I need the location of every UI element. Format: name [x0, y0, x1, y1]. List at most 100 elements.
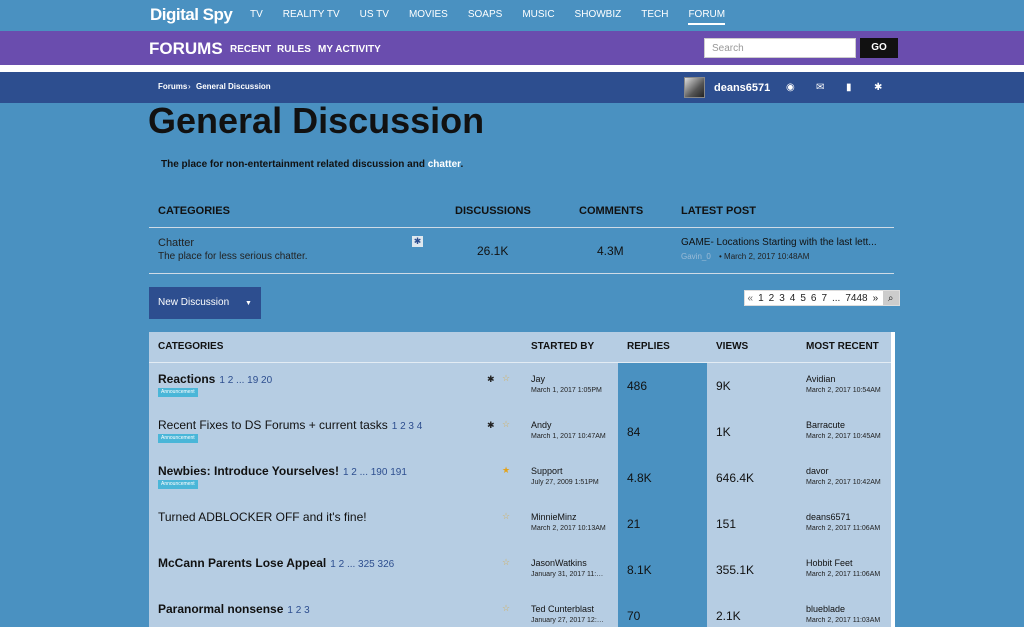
site-nav: TV REALITY TV US TV MOVIES SOAPS MUSIC S… — [250, 9, 745, 25]
bookmark-star-icon[interactable]: ☆ — [502, 511, 510, 522]
views-count: 9K — [716, 379, 731, 393]
discussion-title[interactable]: Reactions 1 2 ... 19 20 — [158, 372, 272, 386]
started-date: July 27, 2009 1:51PM — [531, 479, 599, 486]
new-discussion-button[interactable]: New Discussion ▼ — [149, 287, 261, 319]
bookmark-star-icon[interactable]: ☆ — [502, 557, 510, 568]
discussion-title-text[interactable]: Paranormal nonsense — [158, 602, 283, 616]
latest-post-date: • March 2, 2017 10:48AM — [719, 252, 810, 261]
discussion-pages[interactable]: 1 2 3 4 — [392, 421, 423, 432]
nav-forum[interactable]: FORUM — [688, 9, 726, 25]
breadcrumb-separator: › — [188, 82, 191, 91]
most-recent-user[interactable]: davor — [806, 466, 829, 476]
started-date: March 1, 2017 1:05PM — [531, 387, 602, 394]
gear-icon[interactable]: ✱ — [874, 82, 882, 93]
chatter-link[interactable]: chatter — [428, 159, 461, 170]
table-header-replies: REPLIES — [627, 341, 670, 352]
table-row[interactable]: Turned ADBLOCKER OFF and it's fine! ☆ Minn… — [149, 503, 891, 549]
globe-icon[interactable]: ◉ — [786, 82, 795, 93]
categories-header: CATEGORIES — [158, 205, 230, 217]
started-by-user[interactable]: Support — [531, 466, 563, 476]
search-icon[interactable]: ⌕ — [882, 291, 899, 305]
comments-count: 4.3M — [597, 244, 624, 258]
discussion-title[interactable]: McCann Parents Lose Appeal 1 2 ... 325 32… — [158, 556, 394, 570]
nav-tv[interactable]: TV — [250, 9, 263, 25]
gear-icon[interactable]: ✱ — [487, 420, 495, 431]
gear-icon[interactable]: ✱ — [487, 374, 495, 385]
most-recent-user[interactable]: blueblade — [806, 604, 845, 614]
discussion-pages[interactable]: 1 2 ... 190 191 — [343, 467, 407, 478]
discussion-title-text[interactable]: McCann Parents Lose Appeal — [158, 556, 326, 570]
gear-icon[interactable]: ✱ — [412, 236, 423, 247]
avatar[interactable] — [684, 77, 705, 98]
nav-music[interactable]: MUSIC — [522, 9, 554, 25]
most-recent-user[interactable]: deans6571 — [806, 512, 851, 522]
category-name[interactable]: Chatter — [158, 237, 194, 249]
started-by-user[interactable]: Andy — [531, 420, 552, 430]
my-activity-link[interactable]: MY ACTIVITY — [318, 44, 381, 55]
bookmark-icon[interactable]: ▮ — [846, 82, 852, 93]
nav-reality-tv[interactable]: REALITY TV — [283, 9, 340, 25]
bookmark-star-icon[interactable]: ★ — [502, 465, 510, 476]
discussion-pages[interactable]: 1 2 ... 19 20 — [219, 375, 272, 386]
nav-soaps[interactable]: SOAPS — [468, 9, 502, 25]
table-row[interactable]: Reactions 1 2 ... 19 20 Announcement ✱ ☆ Jay M… — [149, 365, 891, 411]
discussion-title-text[interactable]: Turned ADBLOCKER OFF and it's fine! — [158, 510, 367, 524]
replies-count: 84 — [627, 425, 641, 439]
pager-page[interactable]: 1 — [756, 291, 767, 305]
nav-tech[interactable]: TECH — [641, 9, 668, 25]
nav-showbiz[interactable]: SHOWBIZ — [575, 9, 622, 25]
replies-count: 21 — [627, 517, 641, 531]
table-row[interactable]: Newbies: Introduce Yourselves! 1 2 ... 19… — [149, 457, 891, 503]
started-by-user[interactable]: JasonWatkins — [531, 558, 587, 568]
discussion-title-text[interactable]: Recent Fixes to DS Forums + current task… — [158, 418, 388, 432]
pager-page[interactable]: 6 — [808, 291, 819, 305]
pager-prev[interactable]: « — [745, 291, 756, 305]
bookmark-star-icon[interactable]: ☆ — [502, 603, 510, 614]
pager-page[interactable]: 4 — [787, 291, 798, 305]
bookmark-star-icon[interactable]: ☆ — [502, 419, 510, 430]
table-row[interactable]: Paranormal nonsense 1 2 3 ☆ Ted Cunterblast… — [149, 595, 891, 627]
chevron-down-icon[interactable]: ▼ — [245, 300, 252, 307]
forums-title[interactable]: FORUMS — [149, 39, 223, 59]
pager-page[interactable]: 7448 — [843, 291, 870, 305]
username[interactable]: deans6571 — [714, 82, 770, 94]
nav-us-tv[interactable]: US TV — [360, 9, 389, 25]
rules-link[interactable]: RULES — [277, 44, 311, 55]
discussion-title[interactable]: Paranormal nonsense 1 2 3 — [158, 602, 310, 616]
mail-icon[interactable]: ✉ — [816, 82, 824, 93]
discussion-title[interactable]: Turned ADBLOCKER OFF and it's fine! — [158, 510, 367, 524]
views-count: 1K — [716, 425, 731, 439]
pager-page[interactable]: 3 — [777, 291, 788, 305]
search-go-button[interactable]: GO — [860, 38, 898, 58]
recent-link[interactable]: RECENT — [230, 44, 271, 55]
pager-page[interactable]: 7 — [819, 291, 830, 305]
breadcrumb-current[interactable]: General Discussion — [196, 82, 271, 91]
discussion-title-text[interactable]: Reactions — [158, 372, 215, 386]
bookmark-star-icon[interactable]: ☆ — [502, 373, 510, 384]
table-row[interactable]: McCann Parents Lose Appeal 1 2 ... 325 32… — [149, 549, 891, 595]
latest-post-link[interactable]: GAME- Locations Starting with the last l… — [681, 237, 886, 248]
most-recent-user[interactable]: Barracute — [806, 420, 845, 430]
discussion-title[interactable]: Newbies: Introduce Yourselves! 1 2 ... 19… — [158, 464, 407, 478]
pager-next[interactable]: » — [870, 291, 881, 305]
replies-count: 8.1K — [627, 563, 652, 577]
discussion-title[interactable]: Recent Fixes to DS Forums + current task… — [158, 418, 422, 432]
search-input[interactable] — [704, 38, 856, 58]
table-row[interactable]: Recent Fixes to DS Forums + current task… — [149, 411, 891, 457]
site-logo[interactable]: Digital Spy — [150, 5, 233, 25]
discussion-pages[interactable]: 1 2 ... 325 326 — [330, 559, 394, 570]
started-by-user[interactable]: Jay — [531, 374, 545, 384]
most-recent-user[interactable]: Hobbit Feet — [806, 558, 853, 568]
page-title: General Discussion — [148, 100, 485, 141]
nav-movies[interactable]: MOVIES — [409, 9, 448, 25]
latest-post-author[interactable]: Gavin_0 — [681, 252, 711, 261]
scrollbar[interactable] — [891, 332, 895, 627]
discussion-title-text[interactable]: Newbies: Introduce Yourselves! — [158, 464, 339, 478]
pager-page[interactable]: 2 — [766, 291, 777, 305]
breadcrumb-forums[interactable]: Forums — [158, 82, 187, 91]
started-by-user[interactable]: MinnieMinz — [531, 512, 577, 522]
started-by-user[interactable]: Ted Cunterblast — [531, 604, 594, 614]
pager-page[interactable]: 5 — [798, 291, 809, 305]
discussion-pages[interactable]: 1 2 3 — [287, 605, 309, 616]
most-recent-user[interactable]: Avidian — [806, 374, 835, 384]
